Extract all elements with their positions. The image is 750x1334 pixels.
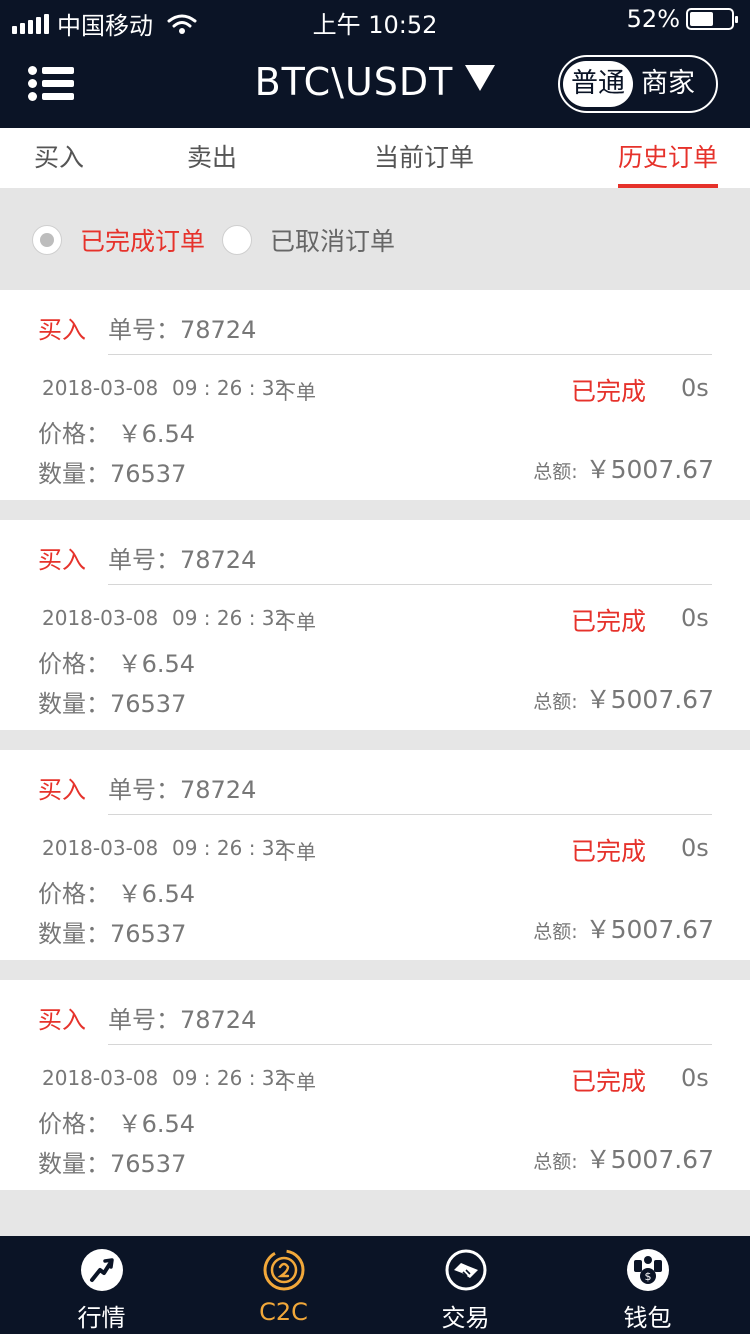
order-list: 买入 单号：78724 2018-03-08 09 : 26 : 32 下单 已… [0,290,750,1210]
total-value: ￥5007.67 [585,455,714,484]
order-total: 总额: ￥5007.67 [533,1140,714,1176]
nav-wallet[interactable]: $ 钱包 [554,1236,741,1334]
divider [108,1044,712,1045]
order-status: 已完成 [571,377,647,406]
order-type: 买入 [38,316,86,344]
order-number: 单号：78724 [108,546,257,574]
order-duration: 0s [681,1064,709,1092]
order-quantity: 数量：76537 [38,460,187,488]
radio-label: 已完成订单 [80,227,206,256]
top-header: 中国移动 上午 10:52 52% BTC\USDT 普通 商家 [0,0,750,128]
battery-percent: 52% [626,5,680,33]
status-bar: 中国移动 上午 10:52 52% [0,0,750,40]
order-price: 价格： ￥6.54 [38,420,196,448]
total-label: 总额: [533,921,578,943]
tab-history-orders[interactable]: 历史订单 [618,128,719,188]
order-type: 买入 [38,1006,86,1034]
order-total: 总额: ￥5007.67 [533,680,714,716]
order-duration: 0s [681,604,709,632]
order-action: 下单 [276,610,316,634]
order-action: 下单 [276,1070,316,1094]
order-quantity: 数量：76537 [38,690,187,718]
tab-label: 当前订单 [374,143,475,172]
nav-label: C2C [259,1298,308,1326]
nav-label: 行情 [77,1304,126,1332]
caret-down-icon [465,65,496,91]
tab-sell[interactable]: 卖出 [187,128,237,188]
total-label: 总额: [533,691,578,713]
divider [108,584,712,585]
total-value: ￥5007.67 [585,915,714,944]
order-tabs: 买入 卖出 当前订单 历史订单 [0,128,750,188]
order-quantity: 数量：76537 [38,1150,187,1178]
mode-option-merchant[interactable]: 商家 [633,61,703,107]
radio-unchecked-icon [222,225,252,255]
tab-current-orders[interactable]: 当前订单 [374,128,474,188]
order-time: 09 : 26 : 32 [172,1066,288,1090]
order-date: 2018-03-08 [42,1066,159,1090]
order-status: 已完成 [571,837,647,866]
mode-toggle[interactable]: 普通 商家 [558,55,718,113]
nav-market[interactable]: 行情 [8,1236,195,1334]
total-label: 总额: [533,1151,578,1173]
order-time: 09 : 26 : 32 [172,836,288,860]
radio-canceled[interactable]: 已取消订单 [222,222,395,258]
nav-c2c[interactable]: C2C [190,1236,377,1334]
order-price: 价格： ￥6.54 [38,650,196,678]
radio-checked-icon [32,225,62,255]
order-card[interactable]: 买入 单号：78724 2018-03-08 09 : 26 : 32 下单 已… [0,290,750,500]
order-card[interactable]: 买入 单号：78724 2018-03-08 09 : 26 : 32 下单 已… [0,520,750,730]
order-number: 单号：78724 [108,1006,257,1034]
tab-label: 卖出 [187,143,238,172]
order-type: 买入 [38,546,86,574]
order-quantity: 数量：76537 [38,920,187,948]
svg-text:$: $ [644,1270,651,1283]
radio-label: 已取消订单 [270,227,396,256]
nav-trade[interactable]: 交易 [372,1236,559,1334]
total-value: ￥5007.67 [585,685,714,714]
total-label: 总额: [533,461,578,483]
wallet-icon: $ [626,1249,669,1291]
order-status: 已完成 [571,1067,647,1096]
radio-completed[interactable]: 已完成订单 [32,222,205,258]
battery-icon [686,8,738,30]
order-number: 单号：78724 [108,316,257,344]
divider [108,814,712,815]
divider [108,354,712,355]
handshake-icon [445,1249,486,1291]
pair-label: BTC\USDT [254,60,454,104]
order-total: 总额: ￥5007.67 [533,450,714,486]
tab-label: 买入 [34,143,85,172]
order-action: 下单 [276,840,316,864]
mode-option-normal[interactable]: 普通 [563,61,633,107]
order-date: 2018-03-08 [42,376,159,400]
order-status: 已完成 [571,607,647,636]
order-time: 09 : 26 : 32 [172,606,288,630]
tab-buy[interactable]: 买入 [34,128,84,188]
tab-label: 历史订单 [618,143,719,172]
order-duration: 0s [681,374,709,402]
c2c-icon [263,1249,304,1291]
order-action: 下单 [276,380,316,404]
order-duration: 0s [681,834,709,862]
nav-label: 交易 [441,1304,490,1332]
order-type: 买入 [38,776,86,804]
order-price: 价格： ￥6.54 [38,880,196,908]
total-value: ￥5007.67 [585,1145,714,1174]
status-right: 52% [626,5,738,33]
order-time: 09 : 26 : 32 [172,376,288,400]
order-card[interactable]: 买入 单号：78724 2018-03-08 09 : 26 : 32 下单 已… [0,980,750,1190]
order-filter: 已完成订单 已取消订单 [0,188,750,290]
order-number: 单号：78724 [108,776,257,804]
order-total: 总额: ￥5007.67 [533,910,714,946]
nav-label: 钱包 [623,1304,672,1332]
trend-icon [80,1249,123,1291]
order-date: 2018-03-08 [42,836,159,860]
order-price: 价格： ￥6.54 [38,1110,196,1138]
bottom-nav: 行情 C2C 交易 $ 钱包 [0,1236,750,1334]
order-date: 2018-03-08 [42,606,159,630]
order-card[interactable]: 买入 单号：78724 2018-03-08 09 : 26 : 32 下单 已… [0,750,750,960]
